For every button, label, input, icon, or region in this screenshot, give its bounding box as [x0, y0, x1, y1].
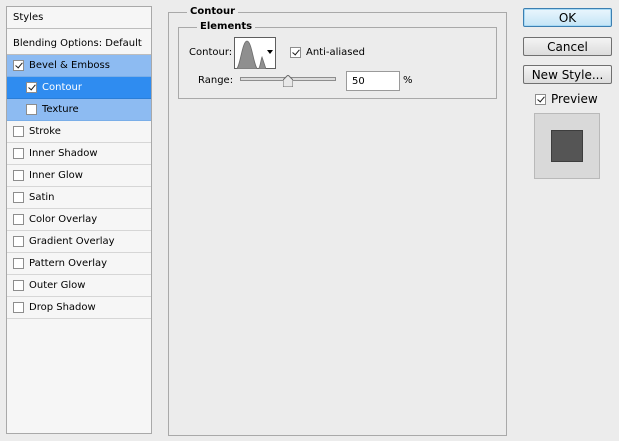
- style-item-inner-shadow[interactable]: Inner Shadow: [7, 143, 151, 165]
- anti-aliased-option[interactable]: Anti-aliased: [290, 47, 365, 58]
- style-item-outer-glow[interactable]: Outer Glow: [7, 275, 151, 297]
- style-item-color-overlay[interactable]: Color Overlay: [7, 209, 151, 231]
- outer-glow-checkbox[interactable]: [13, 280, 24, 291]
- gradient-overlay-checkbox[interactable]: [13, 236, 24, 247]
- range-input[interactable]: [346, 71, 400, 91]
- range-unit: %: [403, 75, 413, 86]
- style-item-stroke[interactable]: Stroke: [7, 121, 151, 143]
- inner-glow-checkbox[interactable]: [13, 170, 24, 181]
- style-item-contour[interactable]: Contour: [7, 77, 151, 99]
- preview-option[interactable]: Preview: [535, 92, 598, 106]
- style-item-texture[interactable]: Texture: [7, 99, 151, 121]
- style-item-label: Outer Glow: [29, 280, 86, 291]
- new-style-button[interactable]: New Style...: [523, 65, 612, 84]
- preview-checkbox[interactable]: [535, 93, 546, 105]
- styles-header[interactable]: Styles: [7, 7, 151, 29]
- drop-shadow-checkbox[interactable]: [13, 302, 24, 313]
- texture-checkbox[interactable]: [26, 104, 37, 115]
- style-item-label: Contour: [42, 82, 82, 93]
- anti-aliased-checkbox[interactable]: [290, 47, 301, 58]
- style-item-label: Gradient Overlay: [29, 236, 115, 247]
- preview-label: Preview: [551, 92, 598, 106]
- elements-group-box: [178, 27, 497, 99]
- ok-button[interactable]: OK: [523, 8, 612, 27]
- style-item-label: Satin: [29, 192, 55, 203]
- styles-list-panel: Styles Blending Options: Default Bevel &…: [6, 6, 152, 434]
- style-item-label: Bevel & Emboss: [29, 60, 110, 71]
- stroke-checkbox[interactable]: [13, 126, 24, 137]
- color-overlay-checkbox[interactable]: [13, 214, 24, 225]
- style-item-inner-glow[interactable]: Inner Glow: [7, 165, 151, 187]
- style-item-label: Inner Glow: [29, 170, 83, 181]
- range-label: Range:: [198, 75, 234, 86]
- contour-label: Contour:: [189, 47, 233, 58]
- style-item-drop-shadow[interactable]: Drop Shadow: [7, 297, 151, 319]
- style-item-label: Pattern Overlay: [29, 258, 108, 269]
- pattern-overlay-checkbox[interactable]: [13, 258, 24, 269]
- style-item-satin[interactable]: Satin: [7, 187, 151, 209]
- inner-shadow-checkbox[interactable]: [13, 148, 24, 159]
- style-preview-swatch: [551, 130, 583, 162]
- style-item-label: Stroke: [29, 126, 61, 137]
- styles-header-label: Styles: [13, 12, 44, 23]
- range-slider-thumb[interactable]: [282, 74, 294, 88]
- style-item-label: Color Overlay: [29, 214, 98, 225]
- chevron-down-icon[interactable]: [267, 50, 273, 54]
- cancel-button[interactable]: Cancel: [523, 37, 612, 56]
- style-item-pattern-overlay[interactable]: Pattern Overlay: [7, 253, 151, 275]
- style-item-bevel-emboss[interactable]: Bevel & Emboss: [7, 55, 151, 77]
- style-item-label: Texture: [42, 104, 79, 115]
- contour-picker[interactable]: [234, 37, 276, 69]
- style-item-gradient-overlay[interactable]: Gradient Overlay: [7, 231, 151, 253]
- blending-options-item[interactable]: Blending Options: Default: [7, 33, 151, 55]
- bevel-emboss-checkbox[interactable]: [13, 60, 24, 71]
- contour-curve-icon: [236, 40, 266, 69]
- elements-group-title: Elements: [197, 21, 256, 32]
- satin-checkbox[interactable]: [13, 192, 24, 203]
- style-item-label: Inner Shadow: [29, 148, 98, 159]
- contour-checkbox[interactable]: [26, 82, 37, 93]
- anti-aliased-label: Anti-aliased: [306, 47, 366, 58]
- style-preview-box: [534, 113, 600, 179]
- contour-group-title: Contour: [187, 6, 239, 17]
- blending-options-label: Blending Options: Default: [13, 38, 142, 49]
- style-item-label: Drop Shadow: [29, 302, 96, 313]
